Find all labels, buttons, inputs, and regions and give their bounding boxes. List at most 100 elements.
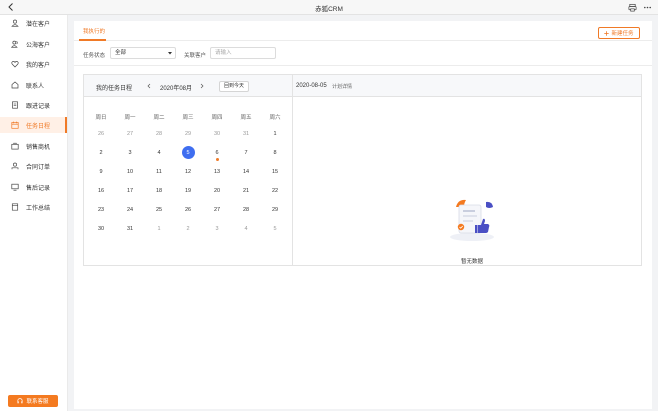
empty-state-text: 暂无数据	[460, 259, 483, 265]
calendar-day[interactable]: 31	[116, 223, 144, 235]
contact-service-button[interactable]: 联系客服	[8, 395, 58, 407]
calendar-day[interactable]: 18	[145, 185, 173, 197]
more-icon[interactable]	[643, 3, 652, 12]
empty-state-illustration	[450, 199, 494, 241]
calendar-day-number: 12	[184, 169, 192, 175]
calendar-day[interactable]: 28	[145, 128, 173, 140]
calendar-day[interactable]: 23	[87, 204, 115, 216]
calendar-day[interactable]: 20	[203, 185, 231, 197]
calendar-day[interactable]: 13	[203, 166, 231, 178]
weekday-header: 周四	[211, 115, 223, 121]
sidebar-item-label: 公海客户	[26, 42, 51, 49]
calendar-day[interactable]: 25	[145, 204, 173, 216]
sidebar-item-leads[interactable]: 潜在客户	[0, 15, 67, 31]
calendar-day[interactable]: 3	[116, 147, 144, 159]
sidebar-item-label: 合同订单	[26, 164, 51, 171]
contact-icon	[11, 81, 19, 89]
prev-month-icon[interactable]	[146, 83, 152, 89]
main-panel: 我执行的 新建任务 任务状态 全部 关联客户 请输入 我的任务日程 2020年0…	[74, 21, 652, 409]
new-task-button[interactable]: 新建任务	[598, 27, 640, 39]
calendar-day-number: 10	[126, 169, 134, 175]
sidebar-item-task-schedule[interactable]: 任务日程	[0, 117, 67, 133]
aftersale-icon	[11, 183, 19, 191]
calendar-day[interactable]: 31	[232, 128, 260, 140]
calendar-day[interactable]: 30	[87, 223, 115, 235]
calendar-day[interactable]: 17	[116, 185, 144, 197]
calendar-day[interactable]: 22	[261, 185, 289, 197]
weekday-header: 周日	[95, 115, 107, 121]
weekday-header: 周五	[240, 115, 252, 121]
calendar-day[interactable]: 29	[174, 128, 202, 140]
sidebar-item-public-customers[interactable]: 公海客户	[0, 36, 67, 52]
next-month-icon[interactable]	[199, 83, 205, 89]
weekday-header: 周二	[153, 115, 165, 121]
calendar-day[interactable]: 28	[232, 204, 260, 216]
calendar-day[interactable]: 19	[174, 185, 202, 197]
calendar-day[interactable]: 21	[232, 185, 260, 197]
header-divider	[292, 75, 293, 97]
calendar-day[interactable]: 27	[116, 128, 144, 140]
task-status-select[interactable]: 全部	[110, 47, 176, 59]
calendar-day[interactable]: 7	[232, 147, 260, 159]
calendar-day[interactable]: 1	[261, 128, 289, 140]
calendar-day-number: 30	[97, 226, 105, 232]
calendar-day-number: 22	[271, 188, 279, 194]
calendar-day-number: 18	[155, 188, 163, 194]
calendar-day[interactable]: 2	[174, 223, 202, 235]
calendar-day[interactable]: 27	[203, 204, 231, 216]
calendar-day[interactable]: 24	[116, 204, 144, 216]
calendar-day[interactable]: 26	[174, 204, 202, 216]
calendar-day-number: 14	[242, 169, 250, 175]
contact-service-label: 联系客服	[26, 399, 49, 405]
sidebar-item-my-customers[interactable]: 我的客户	[0, 56, 67, 72]
calendar-day-number: 11	[156, 169, 162, 175]
weekday-header: 周一	[124, 115, 136, 121]
calendar-day[interactable]: 4	[145, 147, 173, 159]
sidebar-item-label: 售后记录	[26, 185, 51, 192]
sidebar-item-contracts[interactable]: 合同订单	[0, 158, 67, 174]
tab-my-executed[interactable]: 我执行的	[83, 27, 105, 35]
back-to-today-button[interactable]: 回到今天	[219, 81, 249, 92]
calendar-day-number: 1	[157, 226, 161, 232]
sidebar-item-after-sales[interactable]: 售后记录	[0, 179, 67, 195]
calendar-day-number: 31	[242, 131, 250, 137]
sidebar-item-work-summary[interactable]: 工作总结	[0, 199, 67, 215]
calendar-day[interactable]: 5	[261, 223, 289, 235]
calendar-day-number: 30	[213, 131, 221, 137]
calendar-day[interactable]: 3	[203, 223, 231, 235]
calendar-day[interactable]: 8	[261, 147, 289, 159]
window-title: 赤狐CRM	[315, 6, 343, 13]
sidebar-item-contacts[interactable]: 联系人	[0, 77, 67, 93]
calendar-day-number: 9	[99, 169, 103, 175]
printer-icon[interactable]	[628, 3, 637, 12]
schedule-panel: 我的任务日程 2020年08月 回到今天 2020-08-05 计划详情 周日 周…	[83, 74, 642, 266]
calendar-day[interactable]: 29	[261, 204, 289, 216]
calendar-day[interactable]: 30	[203, 128, 231, 140]
calendar-day-number: 8	[273, 150, 277, 156]
sidebar-item-label: 销售商机	[26, 144, 51, 151]
calendar-day-number: 2	[186, 226, 190, 232]
sidebar-item-label: 任务日程	[26, 123, 51, 130]
sidebar-item-label: 跟进记录	[26, 103, 51, 110]
weekday-header: 周六	[269, 115, 281, 121]
calendar-day[interactable]: 26	[87, 128, 115, 140]
calendar-day[interactable]: 10	[116, 166, 144, 178]
task-status-label: 任务状态	[83, 53, 106, 59]
sidebar-item-follow-records[interactable]: 跟进记录	[0, 97, 67, 113]
calendar-day[interactable]: 16	[87, 185, 115, 197]
calendar-day[interactable]: 15	[261, 166, 289, 178]
calendar-day[interactable]: 1	[145, 223, 173, 235]
calendar-day[interactable]: 11	[145, 166, 173, 178]
sidebar-item-sales-opportunities[interactable]: 销售商机	[0, 138, 67, 154]
calendar-day[interactable]: 2	[87, 147, 115, 159]
calendar-day[interactable]: 4	[232, 223, 260, 235]
calendar-day[interactable]: 5	[174, 146, 202, 159]
calendar-day[interactable]: 9	[87, 166, 115, 178]
record-icon	[12, 101, 18, 109]
calendar-day[interactable]: 12	[174, 166, 202, 178]
sidebar: 潜在客户 公海客户 我的客户 联系人 跟进记录 任务日程 销售商机 合同订单 售…	[0, 15, 68, 411]
calendar-day-number: 19	[184, 188, 192, 194]
related-customer-input[interactable]: 请输入	[210, 47, 276, 59]
calendar-day[interactable]: 14	[232, 166, 260, 178]
sidebar-item-label: 工作总结	[26, 205, 51, 212]
